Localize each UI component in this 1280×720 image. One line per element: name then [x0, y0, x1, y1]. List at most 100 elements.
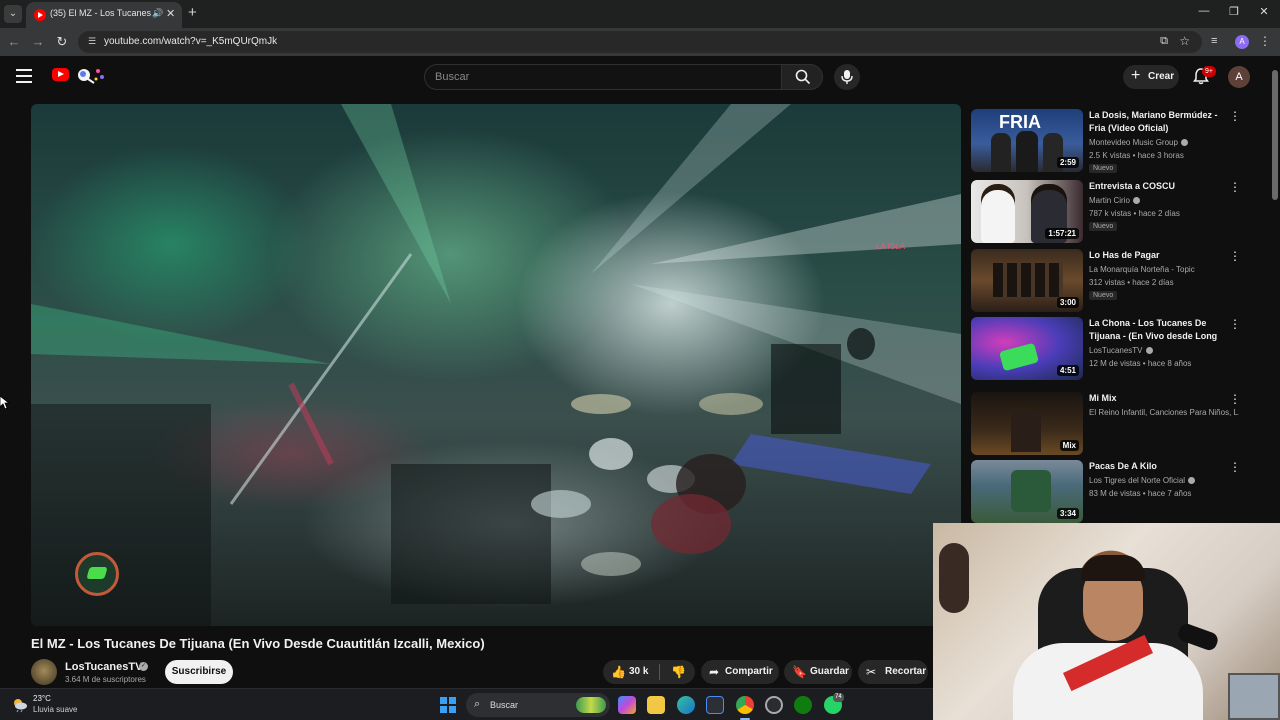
- weather-description[interactable]: Lluvia suave: [33, 705, 77, 714]
- close-tab-icon[interactable]: ✕: [166, 7, 175, 20]
- recommendation-meta: 787 k vistas • hace 2 días: [1089, 209, 1180, 218]
- weather-temperature[interactable]: 23°C: [33, 694, 51, 703]
- youtube-masthead: Buscar + Crear 9+ A: [0, 56, 1280, 100]
- channel-watermark-icon[interactable]: [75, 552, 119, 596]
- share-label: Compartir: [725, 666, 773, 677]
- start-windows-icon[interactable]: [440, 697, 456, 713]
- address-bar[interactable]: ☰ youtube.com/watch?v=_K5mQUrQmJk ⧉ ☆: [78, 31, 1202, 53]
- channel-name[interactable]: LosTucanesTV: [65, 661, 142, 673]
- video-thumbnail[interactable]: FRIA 2:59: [971, 109, 1083, 172]
- subscriber-count: 3.64 M de suscriptores: [65, 675, 146, 684]
- reload-button[interactable]: ↻: [54, 34, 70, 50]
- video-thumbnail[interactable]: 1:57:21: [971, 180, 1083, 243]
- verified-check-icon: ✓: [139, 662, 148, 671]
- recommendation-item[interactable]: 3:34 Pacas De A Kilo Los Tigres del Nort…: [971, 460, 1251, 524]
- recommendation-title[interactable]: Entrevista a COSCU: [1089, 180, 1221, 193]
- recommendation-channel[interactable]: El Reino Infantil, Canciones Para Niños,…: [1089, 408, 1239, 417]
- like-button[interactable]: 👍 30 k: [603, 660, 659, 684]
- recommendation-channel[interactable]: LosTucanesTV: [1089, 346, 1239, 355]
- search-button[interactable]: [781, 64, 823, 90]
- recommendation-title[interactable]: Pacas De A Kilo: [1089, 460, 1221, 473]
- youtube-favicon-icon: [34, 9, 46, 21]
- divider: [659, 664, 660, 680]
- audio-playing-icon[interactable]: 🔊: [152, 8, 163, 19]
- back-button[interactable]: ←: [6, 34, 22, 49]
- recommendation-title[interactable]: La Dosis, Mariano Bermúdez - Fria (Video…: [1089, 109, 1221, 135]
- new-badge: Nuevo: [1089, 164, 1118, 173]
- media-controls-icon[interactable]: ≡: [1211, 35, 1217, 47]
- video-thumbnail[interactable]: 3:34: [971, 460, 1083, 523]
- weather-rain-icon[interactable]: [12, 697, 28, 713]
- youtube-doodle-icon[interactable]: [74, 65, 108, 85]
- recommendation-channel[interactable]: La Monarquía Norteña - Topic: [1089, 265, 1239, 274]
- bookmark-star-icon[interactable]: ☆: [1179, 34, 1190, 48]
- video-player[interactable]: LA ISLA: [31, 104, 961, 626]
- voice-search-button[interactable]: [834, 64, 860, 90]
- create-button[interactable]: + Crear: [1123, 65, 1179, 89]
- scrollbar-thumb[interactable]: [1272, 70, 1278, 200]
- youtube-logo-icon[interactable]: [52, 68, 69, 81]
- taskbar-search-box[interactable]: ⌕ Buscar: [466, 693, 610, 717]
- video-duration: 3:00: [1056, 297, 1079, 308]
- more-actions-icon[interactable]: ⋮: [1229, 249, 1241, 263]
- recommendation-item[interactable]: 3:00 Lo Has de Pagar La Monarquía Norteñ…: [971, 249, 1251, 313]
- restore-window-button[interactable]: ❐: [1224, 5, 1244, 18]
- tab-search-dropdown[interactable]: ⌄: [4, 5, 22, 23]
- more-actions-icon[interactable]: ⋮: [1229, 460, 1241, 474]
- browser-profile-avatar[interactable]: A: [1235, 35, 1249, 49]
- app-icon[interactable]: [765, 696, 783, 714]
- save-button[interactable]: 🔖 Guardar: [784, 660, 852, 684]
- search-icon: ⌕: [474, 698, 481, 710]
- video-thumbnail[interactable]: 3:00: [971, 249, 1083, 312]
- recommendation-item[interactable]: 4:51 La Chona - Los Tucanes De Tijuana -…: [971, 317, 1251, 381]
- account-avatar[interactable]: A: [1228, 66, 1250, 88]
- dislike-button[interactable]: 👎: [661, 660, 695, 684]
- clip-button[interactable]: ✂ Recortar: [858, 660, 928, 684]
- like-count: 30 k: [629, 666, 649, 677]
- recommendation-item[interactable]: Mix Mi Mix El Reino Infantil, Canciones …: [971, 392, 1251, 456]
- channel-avatar[interactable]: [31, 659, 57, 685]
- recommendation-title[interactable]: Mi Mix: [1089, 392, 1221, 405]
- person-hair: [1081, 555, 1145, 581]
- forward-button[interactable]: →: [30, 34, 46, 49]
- minimize-window-button[interactable]: —: [1194, 5, 1214, 17]
- xbox-icon[interactable]: [794, 696, 812, 714]
- video-thumbnail[interactable]: 4:51: [971, 317, 1083, 380]
- recommendation-channel[interactable]: Montevideo Music Group: [1089, 138, 1239, 147]
- recommendation-channel[interactable]: Martin Cirio: [1089, 196, 1239, 205]
- browser-tab[interactable]: (35) El MZ - Los Tucanes De Tijuana 🔊 ✕: [26, 2, 182, 28]
- new-tab-button[interactable]: +: [188, 4, 197, 21]
- guide-menu-icon[interactable]: [16, 69, 32, 83]
- edge-browser-icon[interactable]: [677, 696, 695, 714]
- microsoft-store-icon[interactable]: [706, 696, 724, 714]
- channel-label: Martin Cirio: [1089, 196, 1130, 205]
- copilot-icon[interactable]: [618, 696, 636, 714]
- browser-menu-icon[interactable]: ⋮: [1259, 34, 1271, 48]
- recommendation-item[interactable]: FRIA 2:59 La Dosis, Mariano Bermúdez - F…: [971, 109, 1251, 173]
- more-actions-icon[interactable]: ⋮: [1229, 109, 1241, 123]
- more-actions-icon[interactable]: ⋮: [1229, 392, 1241, 406]
- file-explorer-icon[interactable]: [647, 696, 665, 714]
- site-info-icon[interactable]: ☰: [86, 36, 98, 48]
- url-text[interactable]: youtube.com/watch?v=_K5mQUrQmJk: [104, 36, 277, 47]
- share-button[interactable]: ➦ Compartir: [701, 660, 779, 684]
- close-window-button[interactable]: ✕: [1254, 5, 1274, 18]
- thumbnail-figure: [1011, 412, 1041, 452]
- like-dislike-group: 👍 30 k 👎: [603, 660, 695, 684]
- recommendation-channel[interactable]: Los Tigres del Norte Oficial: [1089, 476, 1239, 485]
- tab-title: (35) El MZ - Los Tucanes De Tijuana: [50, 8, 154, 18]
- subscribe-button[interactable]: Suscribirse: [165, 660, 233, 684]
- recommendation-title[interactable]: Lo Has de Pagar: [1089, 249, 1221, 262]
- recommendation-item[interactable]: 1:57:21 Entrevista a COSCU Martin Cirio …: [971, 180, 1251, 244]
- window-in-background: [1228, 673, 1280, 720]
- install-app-icon[interactable]: ⧉: [1160, 35, 1168, 48]
- thumbs-down-icon: 👎: [671, 665, 686, 679]
- video-thumbnail[interactable]: Mix: [971, 392, 1083, 455]
- more-actions-icon[interactable]: ⋮: [1229, 180, 1241, 194]
- channel-label: Los Tigres del Norte Oficial: [1089, 476, 1186, 485]
- browser-toolbar: ← → ↻ ☰ youtube.com/watch?v=_K5mQUrQmJk …: [0, 28, 1280, 56]
- recommendation-title[interactable]: La Chona - Los Tucanes De Tijuana - (En …: [1089, 317, 1221, 343]
- more-actions-icon[interactable]: ⋮: [1229, 317, 1241, 331]
- search-input[interactable]: Buscar: [424, 64, 782, 90]
- chrome-browser-icon[interactable]: [736, 696, 754, 714]
